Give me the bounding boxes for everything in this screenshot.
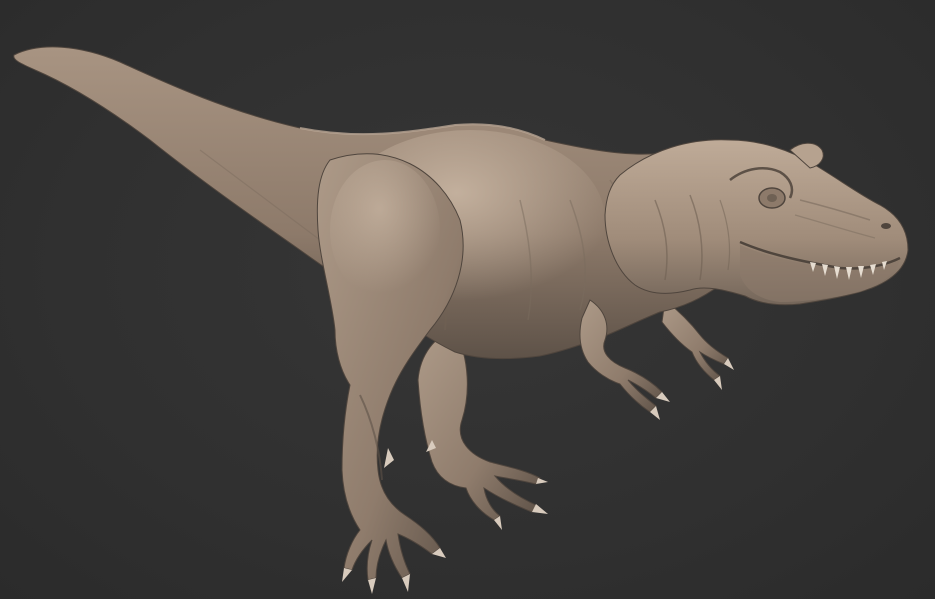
- nostril: [881, 223, 891, 229]
- head: [604, 139, 909, 306]
- sculpt-viewport[interactable]: [0, 0, 935, 599]
- far-hind-leg: [417, 329, 548, 530]
- trex-sculpt-render: [13, 46, 909, 594]
- far-arm: [661, 299, 734, 390]
